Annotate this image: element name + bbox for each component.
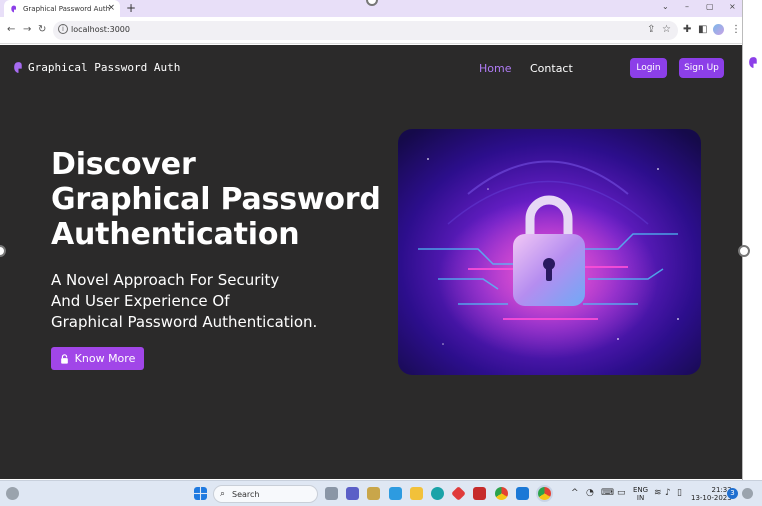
login-button[interactable]: Login bbox=[630, 58, 667, 78]
chrome-icon[interactable] bbox=[495, 487, 508, 500]
star-icon[interactable]: ☆ bbox=[662, 24, 671, 36]
nav-contact-link[interactable]: Contact bbox=[530, 62, 573, 75]
browser-toolbar: ← → ↻ i localhost:3000 ⇪ ☆ ✚ ◧ ⋮ bbox=[0, 17, 742, 44]
lock-icon bbox=[60, 353, 68, 364]
keyboard-icon[interactable]: ⌨ bbox=[601, 488, 614, 498]
maximize-button[interactable]: ▢ bbox=[706, 2, 714, 12]
taskbar-search[interactable]: ⌕ Search bbox=[213, 485, 318, 503]
task-view-icon[interactable] bbox=[325, 487, 338, 500]
brand[interactable]: Graphical Password Auth bbox=[13, 61, 180, 74]
file-explorer-icon[interactable] bbox=[410, 487, 423, 500]
search-placeholder: Search bbox=[232, 490, 260, 499]
side-strip bbox=[742, 0, 762, 480]
display-icon[interactable]: ▭ bbox=[617, 488, 626, 498]
tab-close-icon[interactable]: × bbox=[107, 3, 115, 13]
brand-name: Graphical Password Auth bbox=[28, 61, 181, 74]
tray-app-icon[interactable]: ◔ bbox=[586, 488, 594, 498]
side-app-icon[interactable] bbox=[748, 56, 759, 69]
widgets-icon[interactable] bbox=[6, 487, 19, 500]
copilot-icon[interactable] bbox=[742, 488, 753, 499]
language-region: IN bbox=[636, 494, 645, 502]
sidepanel-icon[interactable]: ◧ bbox=[698, 24, 707, 36]
new-tab-button[interactable]: + bbox=[126, 1, 136, 15]
taskbar: ⌕ Search ^ ◔ ⌨ ▭ ENG IN ≋ ♪ ▯ 21:32 13-1… bbox=[0, 480, 762, 506]
know-more-label: Know More bbox=[74, 352, 136, 365]
hero-subheadline: A Novel Approach For Security And User E… bbox=[51, 270, 317, 333]
subheadline-line-3: Graphical Password Authentication. bbox=[51, 313, 318, 331]
store-icon[interactable] bbox=[367, 487, 380, 500]
info-icon[interactable]: i bbox=[58, 24, 68, 34]
edge-icon[interactable] bbox=[431, 487, 444, 500]
language-indicator[interactable]: ENG IN bbox=[633, 486, 648, 502]
battery-icon[interactable]: ▯ bbox=[677, 488, 682, 498]
windows-start-icon[interactable] bbox=[194, 487, 207, 500]
headline-line-2: Graphical Password bbox=[51, 182, 381, 217]
clock-date: 13-10-2023 bbox=[691, 494, 732, 502]
url-text[interactable]: localhost:3000 bbox=[71, 25, 130, 34]
app-diamond-icon[interactable] bbox=[451, 486, 466, 501]
tray-overflow-icon[interactable]: ^ bbox=[571, 488, 579, 498]
notification-badge[interactable]: 3 bbox=[727, 488, 738, 499]
resize-handle-right[interactable] bbox=[738, 245, 750, 257]
forward-button[interactable]: → bbox=[23, 24, 31, 36]
back-button[interactable]: ← bbox=[7, 24, 15, 36]
mcafee-icon[interactable] bbox=[473, 487, 486, 500]
brand-logo-icon bbox=[14, 62, 22, 73]
subheadline-line-1: A Novel Approach For Security bbox=[51, 271, 280, 289]
tab-title: Graphical Password Auth bbox=[23, 4, 111, 13]
menu-icon[interactable]: ⋮ bbox=[731, 24, 741, 36]
address-bar[interactable]: i localhost:3000 ⇪ ☆ bbox=[53, 21, 678, 40]
favicon-icon bbox=[11, 5, 16, 12]
volume-icon[interactable]: ♪ bbox=[665, 488, 671, 498]
page-viewport: Graphical Password Auth Home Contact Log… bbox=[0, 45, 742, 479]
browser-tab[interactable]: Graphical Password Auth × bbox=[4, 0, 120, 17]
tab-search-dropdown-icon[interactable]: ⌄ bbox=[662, 2, 669, 12]
headline-line-3: Authentication bbox=[51, 217, 300, 252]
hero-padlock-image bbox=[398, 129, 701, 375]
reload-button[interactable]: ↻ bbox=[38, 24, 46, 36]
profile-icon[interactable] bbox=[713, 24, 724, 35]
subheadline-line-2: And User Experience Of bbox=[51, 292, 230, 310]
search-icon: ⌕ bbox=[220, 489, 226, 499]
extensions-icon[interactable]: ✚ bbox=[683, 24, 691, 36]
wifi-icon[interactable]: ≋ bbox=[654, 488, 662, 498]
minimize-button[interactable]: – bbox=[685, 2, 689, 12]
app-icon[interactable] bbox=[389, 487, 402, 500]
signup-button[interactable]: Sign Up bbox=[679, 58, 724, 78]
know-more-button[interactable]: Know More bbox=[51, 347, 144, 370]
nav-home-link[interactable]: Home bbox=[479, 62, 511, 75]
chrome-active-icon[interactable] bbox=[538, 487, 551, 500]
vscode-icon[interactable] bbox=[516, 487, 529, 500]
teams-chat-icon[interactable] bbox=[346, 487, 359, 500]
headline-line-1: Discover bbox=[51, 147, 196, 182]
share-icon[interactable]: ⇪ bbox=[647, 24, 655, 36]
hero-headline: Discover Graphical Password Authenticati… bbox=[51, 147, 381, 252]
clock-time: 21:32 bbox=[711, 486, 732, 494]
language-code: ENG bbox=[633, 486, 649, 494]
clock[interactable]: 21:32 13-10-2023 bbox=[691, 486, 732, 502]
close-window-button[interactable]: × bbox=[729, 2, 736, 12]
